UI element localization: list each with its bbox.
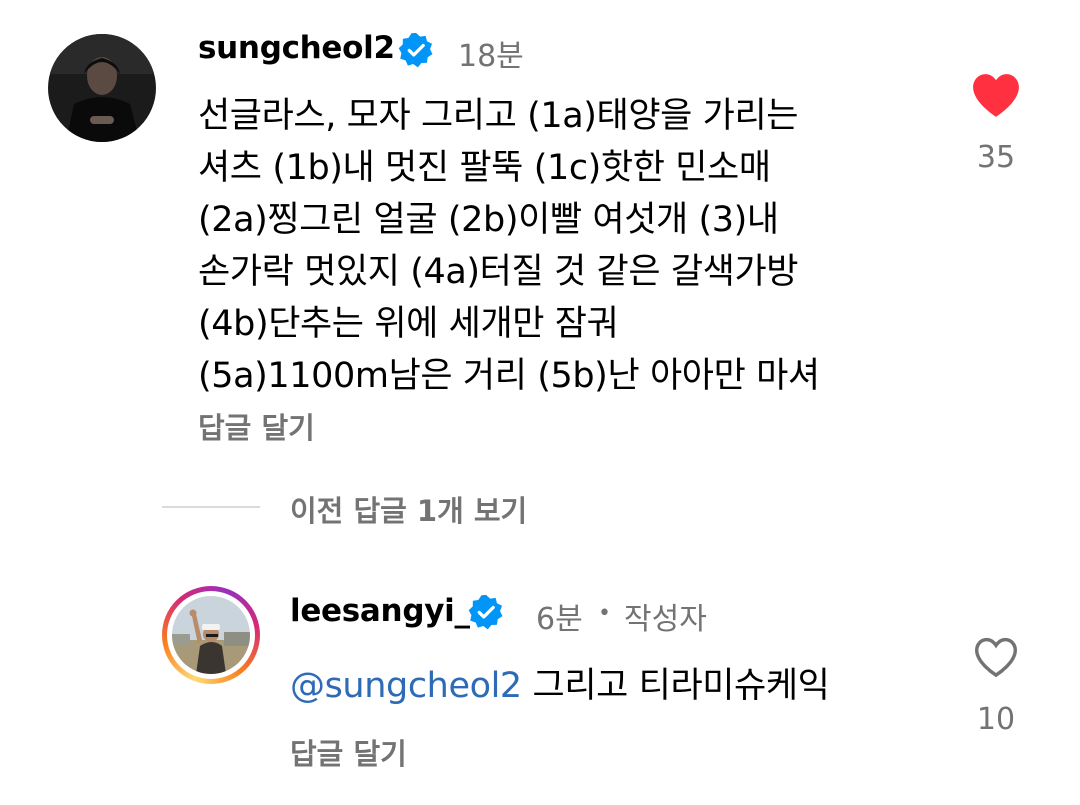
comment-line: 손가락 멋있지 (4a)터질 것 같은 갈색가방 <box>198 252 799 292</box>
comment-line: (5a)1100m남은 거리 (5b)난 아아만 마셔 <box>198 356 820 396</box>
comment-line: 선글라스, 모자 그리고 (1a)태양을 가리는 <box>198 96 799 136</box>
comment-username[interactable]: sungcheol2 <box>198 30 395 66</box>
author-badge: 작성자 <box>624 602 707 637</box>
reply-username[interactable]: leesangyi_ <box>290 593 470 629</box>
reply-text: 그리고 티라미슈케익 <box>532 666 830 706</box>
like-count: 35 <box>976 140 1016 175</box>
reply-body: @sungcheol2 그리고 티라미슈케익 <box>290 660 830 712</box>
comment-line: 셔츠 (1b)내 멋진 팔뚝 (1c)핫한 민소매 <box>198 148 771 188</box>
comment-body: 선글라스, 모자 그리고 (1a)태양을 가리는 셔츠 (1b)내 멋진 팔뚝 … <box>198 90 820 402</box>
comment-line: (4b)단추는 위에 세개만 잠궈 <box>198 304 619 344</box>
heart-outline-icon[interactable] <box>973 636 1019 678</box>
replies-divider <box>162 506 260 508</box>
heart-filled-icon[interactable] <box>971 72 1021 118</box>
reply-timestamp: 6분 <box>536 602 583 637</box>
avatar[interactable] <box>162 586 260 684</box>
reply-button[interactable]: 답글 달기 <box>198 405 315 447</box>
view-previous-replies-button[interactable]: 이전 답글 1개 보기 <box>290 488 527 530</box>
verified-badge-icon <box>468 594 504 630</box>
mention-link[interactable]: @sungcheol2 <box>290 666 522 706</box>
like-count: 10 <box>976 702 1016 737</box>
separator-dot: • <box>598 601 611 626</box>
comment-timestamp: 18분 <box>458 39 524 74</box>
avatar[interactable] <box>48 34 156 142</box>
comment-line: (2a)찡그린 얼굴 (2b)이빨 여섯개 (3)내 <box>198 200 779 240</box>
verified-badge-icon <box>398 32 434 68</box>
reply-button[interactable]: 답글 달기 <box>290 731 407 773</box>
